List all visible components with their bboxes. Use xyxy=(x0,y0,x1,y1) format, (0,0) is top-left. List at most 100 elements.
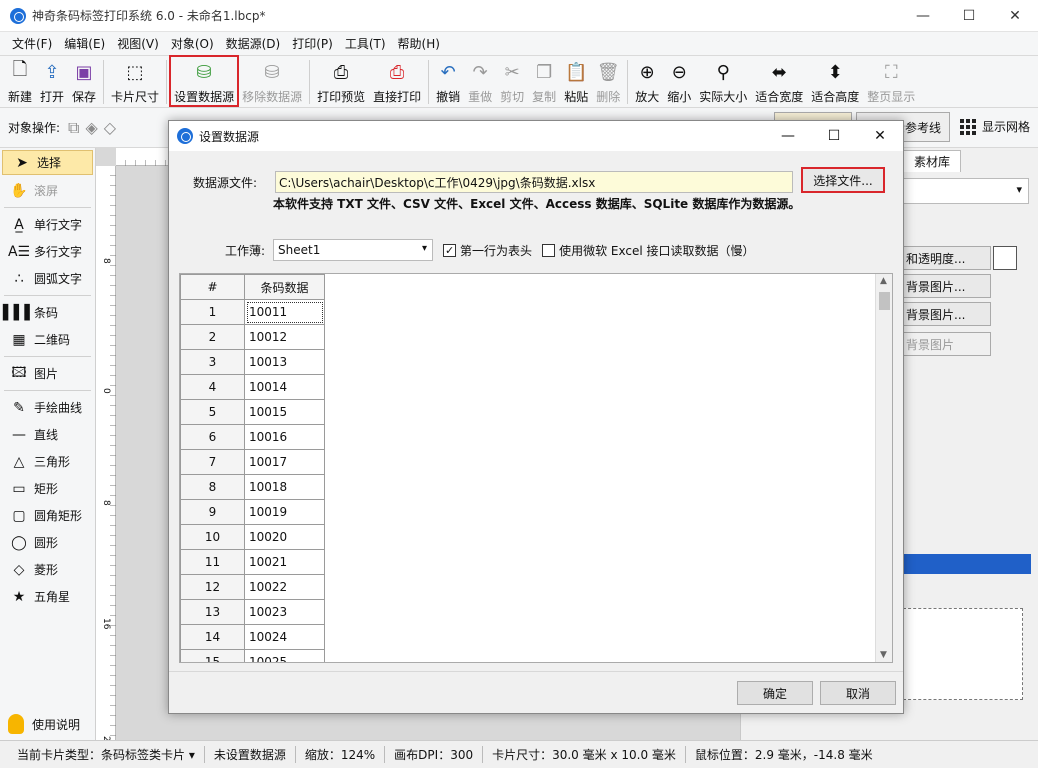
table-row[interactable]: 1 10011 xyxy=(180,299,325,325)
worksheet-select[interactable]: Sheet1 xyxy=(273,239,434,261)
barcode-data-cell[interactable]: 10011 xyxy=(244,299,325,325)
paste-button[interactable]: 📋 粘贴 xyxy=(560,56,592,106)
save-button[interactable]: ▣ 保存 xyxy=(68,56,100,106)
barcode-data-cell[interactable]: 10012 xyxy=(244,324,325,350)
zoom-out-button[interactable]: ⊖ 缩小 xyxy=(663,56,695,106)
barcode-data-cell[interactable]: 10013 xyxy=(244,349,325,375)
delete-button[interactable]: 🗑 删除 xyxy=(592,56,624,106)
tool-diamond[interactable]: ◇ 菱形 xyxy=(0,556,95,583)
table-row[interactable]: 12 10022 xyxy=(180,574,325,600)
row-index-cell[interactable]: 3 xyxy=(180,349,245,375)
row-index-cell[interactable]: 1 xyxy=(180,299,245,325)
menu-view[interactable]: 视图(V) xyxy=(111,35,165,52)
table-row[interactable]: 8 10018 xyxy=(180,474,325,500)
barcode-data-cell[interactable]: 10014 xyxy=(244,374,325,400)
row-index-cell[interactable]: 14 xyxy=(180,624,245,650)
menu-print[interactable]: 打印(P) xyxy=(286,35,339,52)
direct-print-button[interactable]: ⎙ 直接打印 xyxy=(369,56,425,106)
ok-button[interactable]: 确定 xyxy=(737,681,813,705)
zoom-in-button[interactable]: ⊕ 放大 xyxy=(631,56,663,106)
barcode-data-cell[interactable]: 10015 xyxy=(244,399,325,425)
fit-height-button[interactable]: ⬍ 适合高度 xyxy=(807,56,863,106)
choose-file-button[interactable]: 选择文件... xyxy=(801,167,885,193)
table-row[interactable]: 7 10017 xyxy=(180,449,325,475)
tool-multi-line-text[interactable]: A☰ 多行文字 xyxy=(0,238,95,265)
cancel-button[interactable]: 取消 xyxy=(820,681,896,705)
first-row-header-checkbox[interactable]: ✓ 第一行为表头 xyxy=(443,242,532,259)
cut-button[interactable]: ✂ 剪切 xyxy=(496,56,528,106)
menu-edit[interactable]: 编辑(E) xyxy=(58,35,111,52)
menu-tools[interactable]: 工具(T) xyxy=(339,35,392,52)
row-index-cell[interactable]: 8 xyxy=(180,474,245,500)
copy-button[interactable]: ❐ 复制 xyxy=(528,56,560,106)
card-type-status[interactable]: 当前卡片类型：条码标签类卡片 ▾ xyxy=(8,746,205,763)
table-row[interactable]: 13 10023 xyxy=(180,599,325,625)
tool-circle[interactable]: ◯ 圆形 xyxy=(0,529,95,556)
set-datasource-button[interactable]: ⛁ 设置数据源 xyxy=(169,55,240,107)
property-select[interactable] xyxy=(903,178,1029,204)
color-swatch[interactable] xyxy=(993,246,1017,270)
row-index-cell[interactable]: 5 xyxy=(180,399,245,425)
barcode-data-cell[interactable]: 10016 xyxy=(244,424,325,450)
close-button[interactable]: ✕ xyxy=(992,0,1038,32)
row-index-cell[interactable]: 4 xyxy=(180,374,245,400)
actual-size-button[interactable]: ⚲ 实际大小 xyxy=(695,56,751,106)
source-file-path-input[interactable]: C:\Users\achair\Desktop\c工作\0429\jpg\条码数… xyxy=(275,171,793,193)
barcode-data-cell[interactable]: 10023 xyxy=(244,599,325,625)
tool-rounded-rectangle[interactable]: ▢ 圆角矩形 xyxy=(0,502,95,529)
background-image-button-2[interactable]: 背景图片... xyxy=(903,302,991,326)
dialog-close-button[interactable]: ✕ xyxy=(857,121,903,151)
scroll-up-icon[interactable]: ▲ xyxy=(880,276,887,286)
dialog-maximize-button[interactable]: ☐ xyxy=(811,121,857,151)
barcode-data-cell[interactable]: 10018 xyxy=(244,474,325,500)
vertical-scrollbar[interactable]: ▲ ▼ xyxy=(875,274,892,662)
row-index-cell[interactable]: 7 xyxy=(180,449,245,475)
redo-button[interactable]: ↷ 重做 xyxy=(464,56,496,106)
full-page-button[interactable]: ⛶ 整页显示 xyxy=(863,56,919,106)
tool-barcode[interactable]: ▌▌▌ 条码 xyxy=(0,299,95,326)
row-index-cell[interactable]: 9 xyxy=(180,499,245,525)
table-row[interactable]: 14 10024 xyxy=(180,624,325,650)
barcode-data-cell[interactable]: 10020 xyxy=(244,524,325,550)
table-row[interactable]: 5 10015 xyxy=(180,399,325,425)
table-row[interactable]: 2 10012 xyxy=(180,324,325,350)
print-preview-button[interactable]: ⎙ 打印预览 xyxy=(313,56,369,106)
row-index-cell[interactable]: 13 xyxy=(180,599,245,625)
table-row[interactable]: 3 10013 xyxy=(180,349,325,375)
tool-line[interactable]: — 直线 xyxy=(0,421,95,448)
new-button[interactable]: 🗋 新建 xyxy=(4,56,36,106)
column-header-barcode-data[interactable]: 条码数据 xyxy=(244,274,325,300)
column-header-index[interactable]: # xyxy=(180,274,245,300)
tool-single-line-text[interactable]: A̲ 单行文字 xyxy=(0,211,95,238)
card-size-button[interactable]: ⬚ 卡片尺寸 xyxy=(107,56,163,106)
transparency-button[interactable]: 和透明度... xyxy=(903,246,991,270)
barcode-data-cell[interactable]: 10024 xyxy=(244,624,325,650)
tool-rectangle[interactable]: ▭ 矩形 xyxy=(0,475,95,502)
maximize-button[interactable]: ☐ xyxy=(946,0,992,32)
dialog-minimize-button[interactable]: — xyxy=(765,121,811,151)
minimize-button[interactable]: — xyxy=(900,0,946,32)
table-row[interactable]: 4 10014 xyxy=(180,374,325,400)
table-row[interactable]: 11 10021 xyxy=(180,549,325,575)
menu-datasource[interactable]: 数据源(D) xyxy=(220,35,287,52)
barcode-data-cell[interactable]: 10022 xyxy=(244,574,325,600)
menu-file[interactable]: 文件(F) xyxy=(6,35,58,52)
menu-help[interactable]: 帮助(H) xyxy=(392,35,446,52)
tool-pan[interactable]: ✋ 滚屏 xyxy=(0,177,95,204)
help-button[interactable]: 使用说明 xyxy=(8,714,80,734)
row-index-cell[interactable]: 6 xyxy=(180,424,245,450)
table-row[interactable]: 10 10020 xyxy=(180,524,325,550)
table-row[interactable]: 15 10025 xyxy=(180,649,325,662)
background-image-button-3[interactable]: 背景图片 xyxy=(903,332,991,356)
use-ms-excel-checkbox[interactable]: 使用微软 Excel 接口读取数据（慢） xyxy=(542,242,754,259)
row-index-cell[interactable]: 15 xyxy=(180,649,245,662)
fit-width-button[interactable]: ⬌ 适合宽度 xyxy=(751,56,807,106)
tool-triangle[interactable]: △ 三角形 xyxy=(0,448,95,475)
menu-object[interactable]: 对象(O) xyxy=(165,35,220,52)
data-preview-grid[interactable]: # 条码数据 1 10011 2 10012 3 10013 4 10014 5 10015 6 10… xyxy=(179,273,893,663)
barcode-data-cell[interactable]: 10017 xyxy=(244,449,325,475)
remove-datasource-button[interactable]: ⛁ 移除数据源 xyxy=(238,56,306,106)
tool-star[interactable]: ★ 五角星 xyxy=(0,583,95,610)
tool-qrcode[interactable]: ▦ 二维码 xyxy=(0,326,95,353)
scroll-down-icon[interactable]: ▼ xyxy=(880,650,887,660)
